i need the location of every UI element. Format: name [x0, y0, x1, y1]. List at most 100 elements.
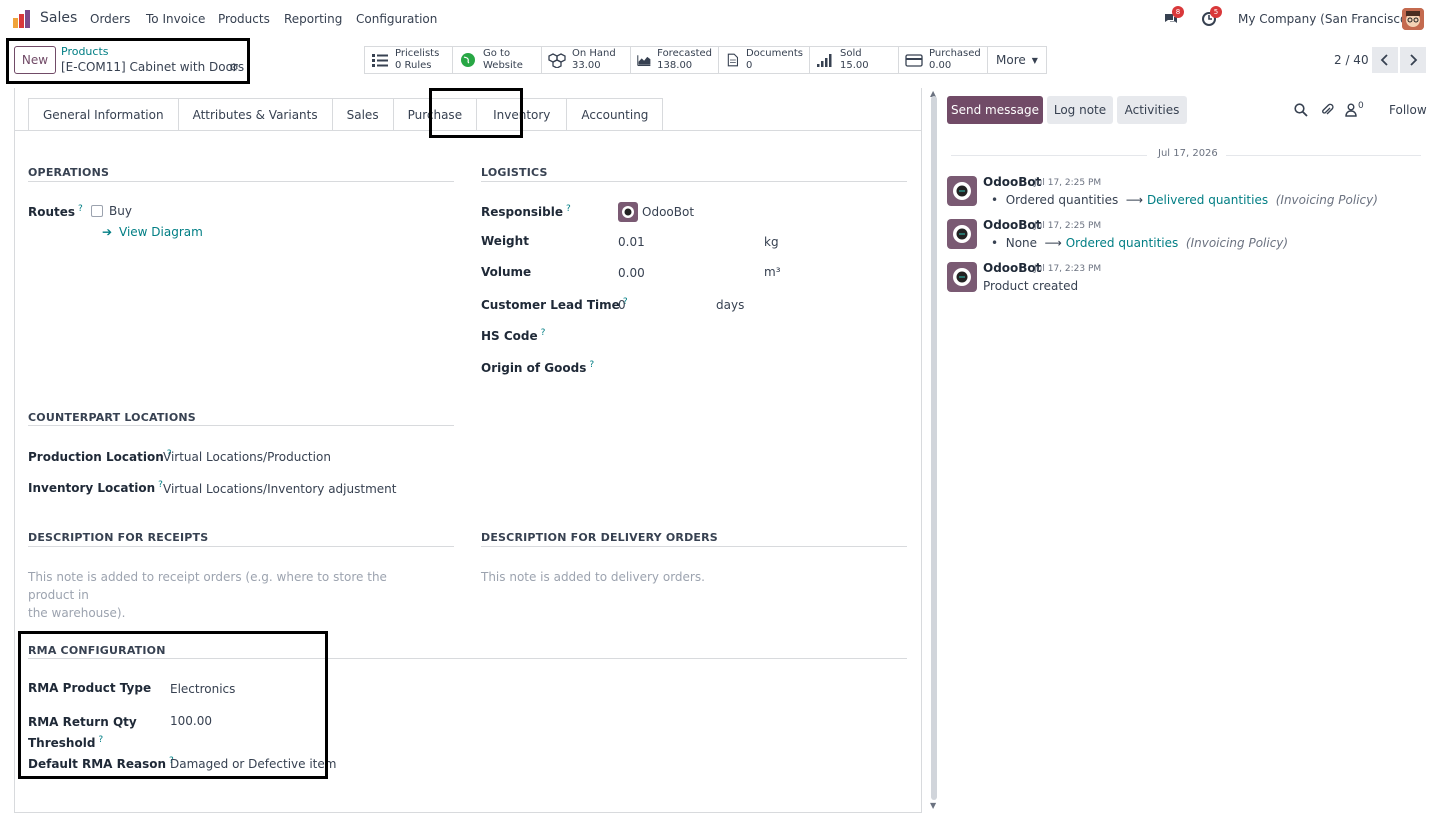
- activities-button-chatter[interactable]: Activities: [1117, 96, 1187, 124]
- gear-icon[interactable]: ⚙: [229, 61, 239, 74]
- production-location-field[interactable]: Virtual Locations/Production: [163, 450, 331, 464]
- weight-label: Weight: [481, 234, 529, 248]
- smart-buttons: Pricelists 0 Rules Go to Website On Hand 33…: [364, 46, 1047, 74]
- odoobot-avatar[interactable]: [947, 262, 977, 292]
- paperclip-icon[interactable]: [1320, 103, 1334, 117]
- activities-button[interactable]: 5: [1201, 6, 1222, 27]
- new-button[interactable]: New: [14, 46, 56, 74]
- origin-label-text: Origin of Goods: [481, 361, 587, 375]
- volume-unit: m³: [764, 265, 781, 279]
- tab-general-information[interactable]: General Information: [28, 98, 178, 131]
- user-face-icon: [1402, 8, 1424, 30]
- on-hand-label: On Hand: [572, 48, 616, 59]
- new-value: Ordered quantities: [1065, 236, 1179, 250]
- company-switcher[interactable]: My Company (San Francisco): [1238, 12, 1412, 26]
- area-chart-icon: [637, 55, 651, 67]
- pager-value[interactable]: 2 / 40: [1334, 53, 1369, 67]
- menu-products[interactable]: Products: [218, 12, 270, 26]
- odoobot-avatar[interactable]: [947, 176, 977, 206]
- routes-label: Routes?: [28, 204, 83, 219]
- followers-button[interactable]: 0: [1345, 101, 1371, 119]
- search-icon[interactable]: [1294, 103, 1308, 117]
- date-separator-line-right: [1226, 155, 1421, 156]
- routes-label-text: Routes: [28, 205, 76, 219]
- view-diagram-link[interactable]: View Diagram: [119, 225, 203, 239]
- help-icon[interactable]: ?: [78, 204, 83, 214]
- production-location-label: Production Location?: [28, 449, 172, 464]
- pricelists-button[interactable]: Pricelists 0 Rules: [365, 47, 453, 73]
- receipts-divider: [28, 546, 454, 547]
- tab-sales[interactable]: Sales: [331, 98, 393, 131]
- menu-reporting[interactable]: Reporting: [284, 12, 342, 26]
- menu-configuration[interactable]: Configuration: [356, 12, 437, 26]
- message-author[interactable]: OdooBot: [983, 175, 1041, 189]
- lead-time-unit: days: [716, 298, 745, 312]
- credit-card-icon: [905, 54, 923, 67]
- documents-button[interactable]: Documents 0: [719, 47, 810, 73]
- inventory-location-field[interactable]: Virtual Locations/Inventory adjustment: [163, 482, 396, 496]
- sales-app-icon[interactable]: [12, 9, 32, 29]
- volume-label: Volume: [481, 265, 532, 279]
- robot-icon: [953, 225, 971, 243]
- forecasted-label: Forecasted: [657, 48, 712, 59]
- forecasted-button[interactable]: Forecasted 138.00: [631, 47, 719, 73]
- operations-title: OPERATIONS: [28, 166, 110, 179]
- receipts-description-title: DESCRIPTION FOR RECEIPTS: [28, 531, 209, 544]
- logistics-title: LOGISTICS: [481, 166, 548, 179]
- responsible-label: Responsible?: [481, 204, 571, 219]
- bullet-icon: •: [991, 193, 999, 207]
- more-button[interactable]: More ▼: [988, 47, 1046, 73]
- send-message-button[interactable]: Send message: [947, 96, 1043, 124]
- scroll-down-icon[interactable]: ▼: [930, 801, 936, 810]
- tracking-value-line: • None ⟶ Ordered quantities (Invoicing P…: [991, 236, 1288, 250]
- inventory-label-text: Inventory Location: [28, 481, 156, 495]
- help-icon[interactable]: ?: [589, 360, 594, 370]
- message-time: Jul 17, 2:23 PM: [1034, 264, 1102, 274]
- pager-previous-button[interactable]: [1372, 47, 1398, 73]
- hs-code-label: HS Code?: [481, 328, 545, 343]
- message-author[interactable]: OdooBot: [983, 218, 1041, 232]
- purchased-button[interactable]: Purchased 0.00: [899, 47, 988, 73]
- sold-button[interactable]: Sold 15.00: [810, 47, 899, 73]
- buy-label[interactable]: Buy: [109, 204, 132, 218]
- on-hand-button[interactable]: On Hand 33.00: [542, 47, 631, 73]
- tracking-value-line: • Ordered quantities ⟶ Delivered quantit…: [991, 193, 1378, 207]
- tab-attributes-variants[interactable]: Attributes & Variants: [177, 98, 332, 131]
- robot-icon: [953, 268, 971, 286]
- messages-button[interactable]: 8: [1163, 6, 1184, 27]
- record-name: [E-COM11] Cabinet with Doors: [61, 60, 245, 74]
- inventory-location-label: Inventory Location?: [28, 480, 163, 495]
- customer-lead-time-field[interactable]: 0: [618, 298, 626, 312]
- follow-button[interactable]: Follow: [1389, 103, 1427, 117]
- go-to-website-button[interactable]: Go to Website: [453, 47, 542, 73]
- help-icon[interactable]: ?: [566, 204, 571, 214]
- documents-label: Documents: [745, 48, 803, 59]
- log-note-button[interactable]: Log note: [1047, 96, 1113, 124]
- receipts-description-field[interactable]: This note is added to receipt orders (e.…: [28, 568, 428, 622]
- help-icon[interactable]: ?: [541, 328, 546, 338]
- volume-field[interactable]: 0.00: [618, 266, 645, 280]
- robot-icon: [622, 206, 634, 218]
- pricelists-label: Pricelists: [395, 48, 440, 59]
- cubes-icon: [548, 53, 566, 68]
- delivery-description-field[interactable]: This note is added to delivery orders.: [481, 568, 705, 586]
- production-label-text: Production Location: [28, 450, 164, 464]
- app-name[interactable]: Sales: [40, 10, 77, 26]
- menu-orders[interactable]: Orders: [90, 12, 130, 26]
- messages-badge: 8: [1172, 6, 1184, 18]
- buy-checkbox[interactable]: [91, 205, 103, 217]
- odoobot-avatar[interactable]: [947, 219, 977, 249]
- user-avatar[interactable]: [1402, 8, 1424, 30]
- caret-down-icon: ▼: [1031, 55, 1038, 65]
- more-label: More: [996, 53, 1026, 67]
- activities-badge: 5: [1210, 6, 1222, 18]
- pager-next-button[interactable]: [1400, 47, 1426, 73]
- scrollbar-thumb[interactable]: [931, 96, 937, 800]
- pricelists-value: 0 Rules: [395, 60, 432, 71]
- message-author[interactable]: OdooBot: [983, 261, 1041, 275]
- menu-to-invoice[interactable]: To Invoice: [146, 12, 205, 26]
- tab-accounting[interactable]: Accounting: [566, 98, 664, 131]
- responsible-value[interactable]: OdooBot: [642, 205, 694, 219]
- breadcrumb-products[interactable]: Products: [61, 45, 109, 58]
- weight-field[interactable]: 0.01: [618, 235, 645, 249]
